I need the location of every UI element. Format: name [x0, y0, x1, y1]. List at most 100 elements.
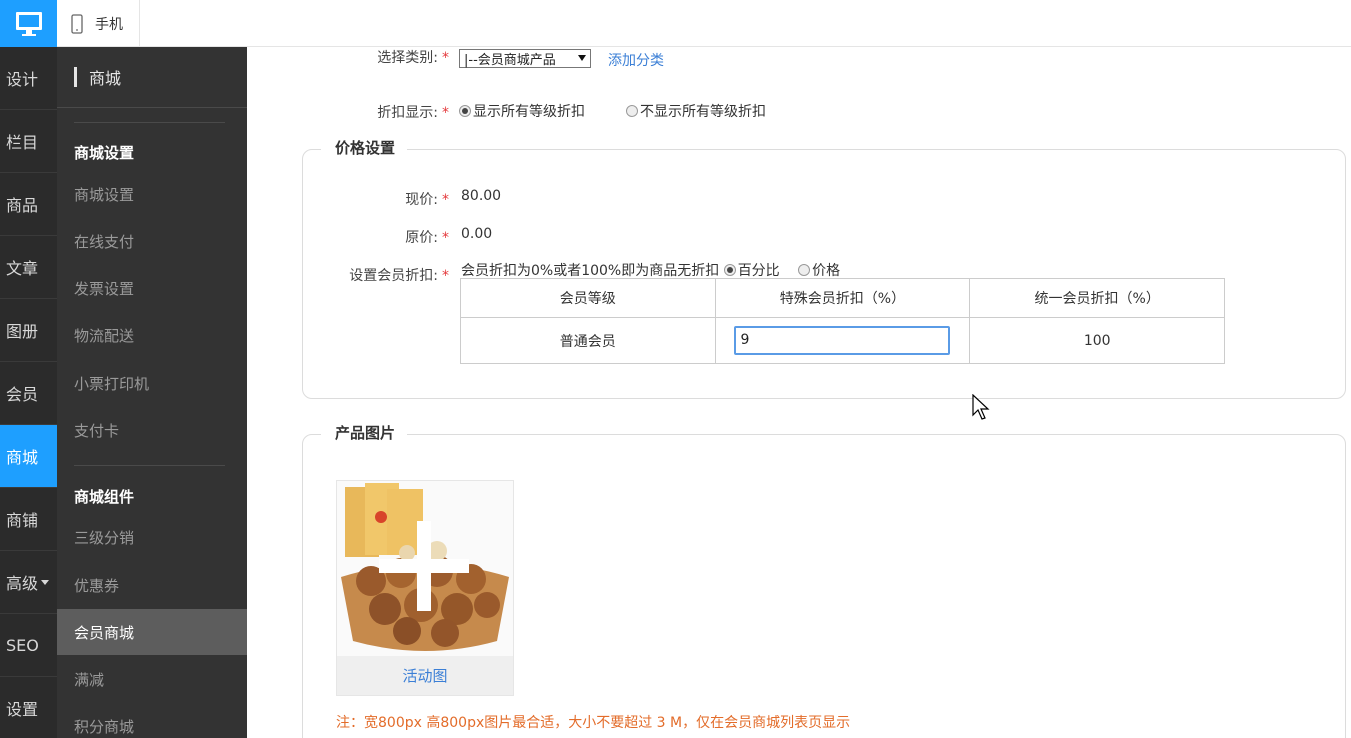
special-discount-cell: 9 [714, 317, 971, 364]
add-category-link[interactable]: 添加分类 [608, 50, 664, 70]
nav-seo[interactable]: SEO [0, 614, 57, 677]
sidebar-item-distribution[interactable]: 三级分销 [57, 514, 247, 560]
nav-columns-label: 栏目 [6, 133, 39, 152]
radio-unchecked-icon [626, 105, 638, 117]
title-bar-mark [74, 67, 77, 87]
nav-articles-label: 文章 [6, 259, 39, 278]
special-discount-input[interactable]: 9 [734, 326, 951, 355]
current-price-value: 80.00 [461, 188, 502, 204]
sidebar-item-label: 支付卡 [74, 421, 120, 440]
nav-albums[interactable]: 图册 [0, 299, 57, 362]
original-price-label-text: 原价: [405, 230, 438, 246]
primary-sidebar: 设计 栏目 商品 文章 图册 会员 商城 商铺 高级 SEO 设置 [0, 47, 57, 738]
current-price-label: 现价: * [307, 189, 449, 209]
nav-design[interactable]: 设计 [0, 47, 57, 110]
current-price-label-text: 现价: [405, 192, 438, 208]
member-level-cell: 普通会员 [460, 317, 716, 364]
top-bar: 手机 [0, 0, 1351, 47]
radio-checked-icon [459, 105, 471, 117]
required-mark: * [442, 105, 449, 121]
nav-shops[interactable]: 商铺 [0, 488, 57, 551]
nav-settings[interactable]: 设置 [0, 677, 57, 738]
product-image-legend: 产品图片 [321, 422, 408, 443]
member-discount-table: 会员等级 特殊会员折扣（%） 统一会员折扣（%） 普通会员 9 100 [460, 278, 1225, 364]
uniform-discount-cell: 100 [969, 317, 1225, 364]
original-price-label: 原价: * [307, 227, 449, 247]
sidebar-item-points-mall[interactable]: 积分商城 [57, 703, 247, 738]
mobile-view-tab[interactable]: 手机 [57, 0, 140, 47]
nav-design-label: 设计 [6, 70, 39, 89]
mouse-cursor-icon [972, 394, 990, 420]
desktop-view-tab[interactable] [0, 0, 57, 47]
discount-display-label: 折扣显示: * [307, 102, 449, 122]
category-label: 选择类别: * [307, 47, 449, 67]
required-mark: * [442, 268, 449, 284]
member-discount-label-text: 设置会员折扣: [349, 268, 438, 284]
monitor-icon [15, 11, 42, 36]
discount-show-all-radio[interactable]: 显示所有等级折扣 [459, 101, 585, 121]
nav-settings-label: 设置 [6, 700, 39, 719]
column-header: 会员等级 [460, 278, 716, 318]
sidebar-item-label: 优惠券 [74, 576, 120, 595]
nav-articles[interactable]: 文章 [0, 236, 57, 299]
group-heading-mall-components: 商城组件 [74, 488, 135, 506]
sidebar-item-member-mall[interactable]: 会员商城 [57, 609, 247, 655]
sidebar-item-label: 会员商城 [74, 623, 135, 642]
sidebar-item-label: 商城设置 [74, 185, 135, 204]
nav-mall-label: 商城 [6, 448, 39, 467]
category-select[interactable]: |--会员商城产品 [459, 49, 591, 68]
original-price-value: 0.00 [461, 226, 493, 242]
activity-image-upload[interactable]: 活动图 [336, 480, 514, 696]
sidebar-item-logistics[interactable]: 物流配送 [57, 312, 247, 358]
required-mark: * [442, 50, 449, 66]
discount-display-label-text: 折扣显示: [377, 105, 438, 121]
radio-label: 百分比 [737, 263, 780, 279]
sidebar-item-payment-card[interactable]: 支付卡 [57, 407, 247, 453]
sidebar-section-title: 商城 [74, 65, 121, 89]
member-discount-hint: 会员折扣为0%或者100%即为商品无折扣 [461, 263, 720, 279]
table-header-row: 会员等级 特殊会员折扣（%） 统一会员折扣（%） [460, 278, 1225, 318]
secondary-sidebar: 商城 商城设置 商城设置 在线支付 发票设置 物流配送 小票打印机 支付卡 商城… [57, 47, 247, 738]
column-header: 特殊会员折扣（%） [714, 278, 971, 318]
chevron-down-icon [41, 579, 50, 585]
divider [74, 465, 225, 466]
radio-checked-icon [723, 264, 736, 276]
category-select-value: |--会员商城产品 [464, 53, 556, 68]
activity-image-caption: 活动图 [337, 656, 513, 695]
sidebar-item-online-payment[interactable]: 在线支付 [57, 218, 247, 264]
discount-hide-all-radio[interactable]: 不显示所有等级折扣 [626, 101, 766, 121]
chevron-down-icon [578, 55, 586, 61]
nav-advanced-label: 高级 [6, 574, 39, 593]
mobile-tab-label: 手机 [95, 16, 123, 33]
sidebar-item-invoice[interactable]: 发票设置 [57, 265, 247, 311]
mode-percent-radio[interactable]: 百分比 [723, 263, 780, 279]
sidebar-item-label: 在线支付 [74, 232, 135, 251]
sidebar-item-label: 满减 [74, 670, 105, 689]
divider [57, 107, 247, 108]
table-row: 普通会员 9 100 [460, 317, 1225, 364]
nav-shops-label: 商铺 [6, 511, 39, 530]
required-mark: * [442, 192, 449, 208]
nav-columns[interactable]: 栏目 [0, 110, 57, 173]
sidebar-item-coupons[interactable]: 优惠券 [57, 562, 247, 608]
group-heading-mall-settings: 商城设置 [74, 144, 135, 162]
sidebar-item-full-reduction[interactable]: 满减 [57, 656, 247, 702]
product-thumbnail [337, 481, 513, 657]
sidebar-item-label: 发票设置 [74, 279, 135, 298]
nav-mall[interactable]: 商城 [0, 425, 57, 488]
nav-albums-label: 图册 [6, 322, 39, 341]
sidebar-title-label: 商城 [89, 69, 122, 88]
radio-unchecked-icon [798, 264, 811, 276]
image-size-note: 注：宽800px 高800px图片最合适，大小不要超过 3 M，仅在会员商城列表… [336, 715, 851, 731]
sidebar-item-mall-settings[interactable]: 商城设置 [57, 171, 247, 217]
sidebar-item-receipt-printer[interactable]: 小票打印机 [57, 360, 247, 406]
nav-advanced[interactable]: 高级 [0, 551, 57, 614]
nav-products[interactable]: 商品 [0, 173, 57, 236]
mode-price-radio[interactable]: 价格 [798, 263, 840, 279]
sidebar-item-label: 积分商城 [74, 717, 135, 736]
sidebar-item-label: 小票打印机 [74, 374, 150, 393]
nav-members[interactable]: 会员 [0, 362, 57, 425]
radio-label: 显示所有等级折扣 [473, 104, 585, 120]
nav-members-label: 会员 [6, 385, 39, 404]
main-content: 选择类别: * |--会员商城产品 添加分类 折扣显示: * 显示所有等级折扣 不显… [247, 47, 1351, 738]
